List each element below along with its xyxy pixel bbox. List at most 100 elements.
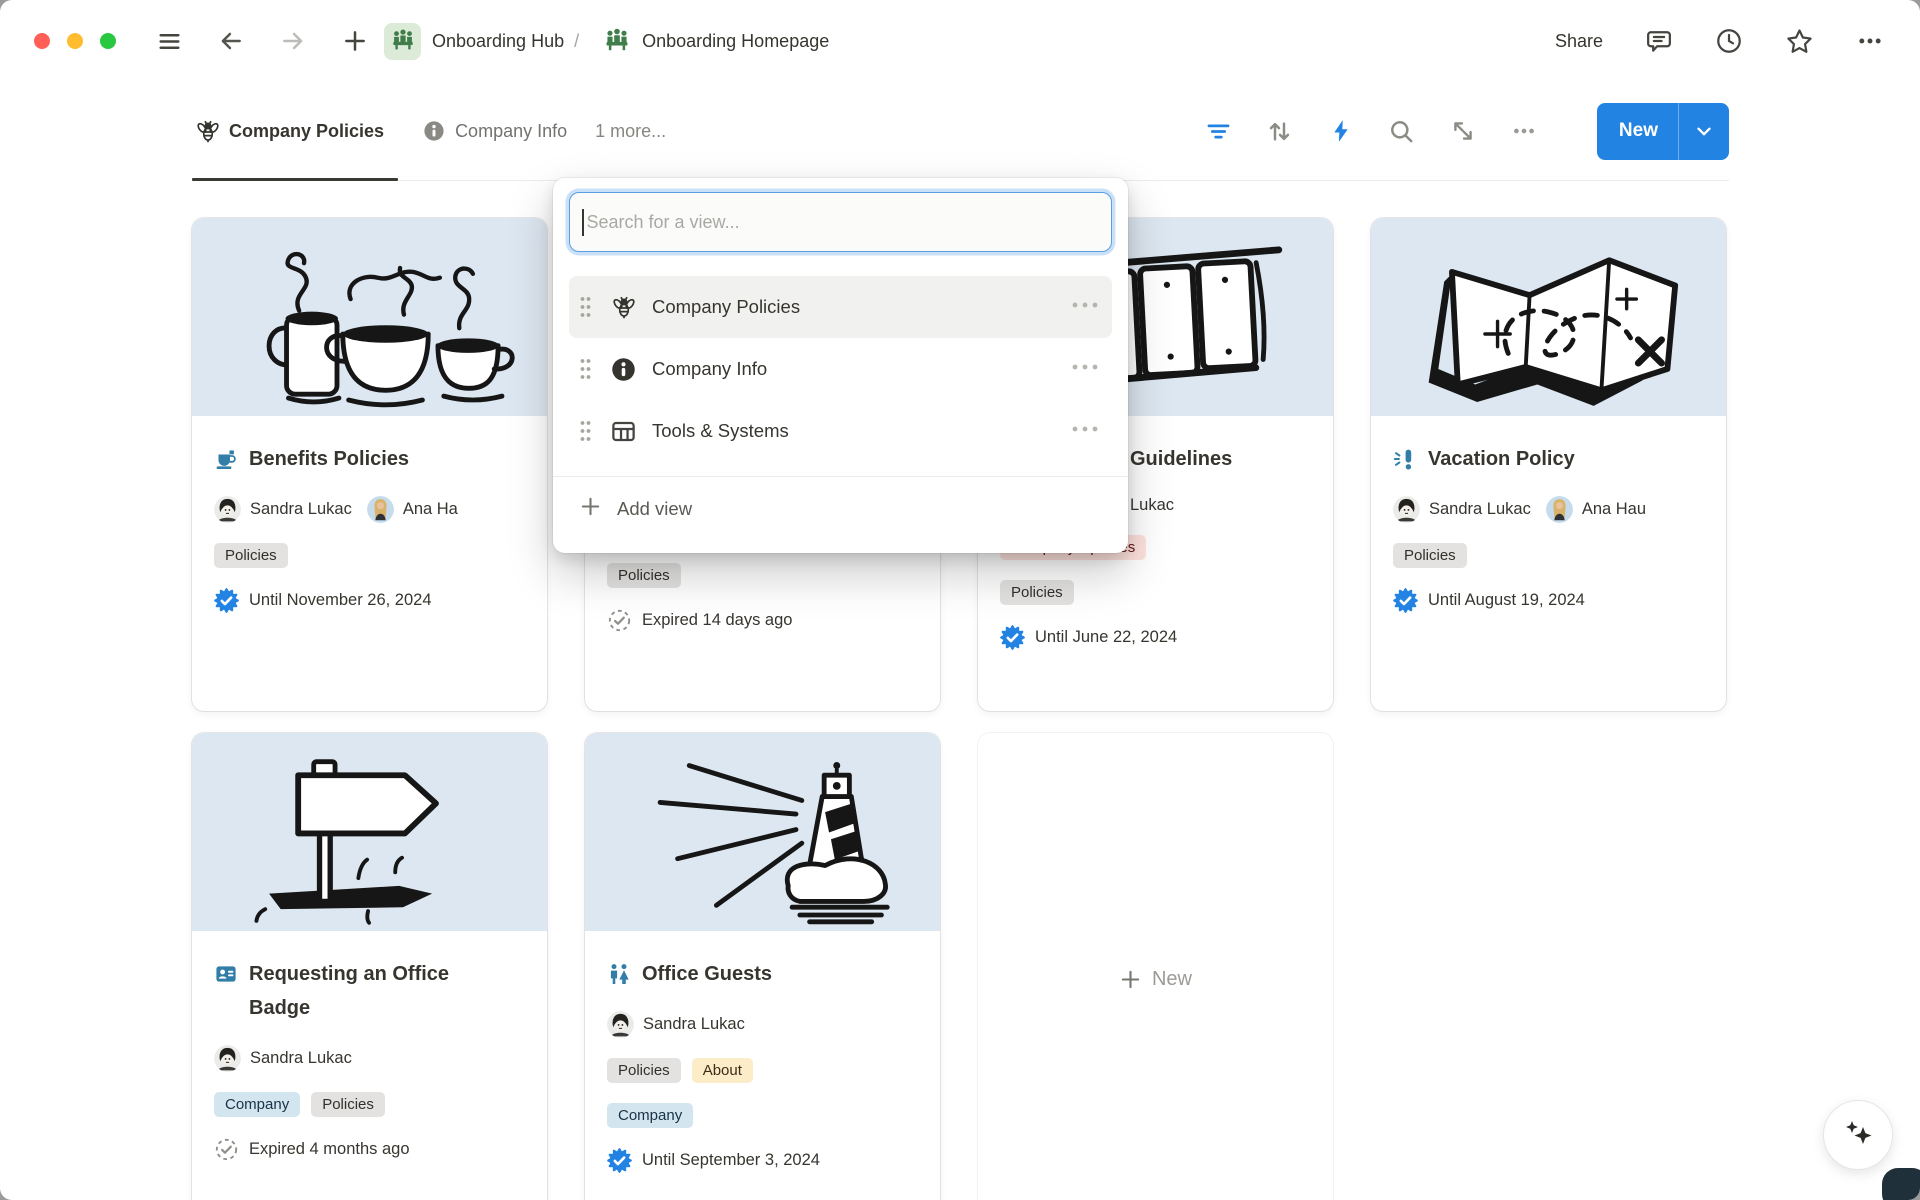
card-people: Sandra LukacAna Ha	[214, 496, 525, 523]
view-menu-item[interactable]: Company Info	[569, 338, 1112, 400]
view-item-options-icon[interactable]	[1070, 422, 1100, 440]
card-title-text: Benefits Policies	[249, 442, 409, 476]
view-list: Company PoliciesCompany Info Tools & Syst…	[569, 276, 1112, 462]
sidebar-menu-icon[interactable]	[156, 28, 182, 54]
drag-handle-icon[interactable]	[579, 295, 595, 319]
tag-chip: Company	[214, 1092, 300, 1117]
id-badge-icon	[214, 962, 238, 986]
view-item-options-icon[interactable]	[1070, 298, 1100, 316]
expired-check-icon	[607, 608, 632, 633]
forward-icon[interactable]	[280, 28, 306, 54]
tab-label: Company Policies	[229, 121, 384, 142]
card-title: Vacation Policy	[1393, 442, 1704, 476]
favorite-star-icon[interactable]	[1785, 27, 1814, 56]
card-body: Vacation PolicySandra LukacAna HauPolici…	[1371, 416, 1726, 635]
zoom-window-button[interactable]	[100, 33, 116, 49]
info-icon	[610, 356, 637, 383]
exclamation-icon	[1393, 447, 1417, 471]
app-window: Onboarding Hub / Onboarding Homepage Sha…	[0, 0, 1920, 1200]
view-menu-item[interactable]: Company Policies	[569, 276, 1112, 338]
card-people: Sandra LukacAna Hau	[1393, 496, 1704, 523]
status-text: Until August 19, 2024	[1428, 591, 1585, 610]
verified-badge-icon	[1393, 588, 1418, 613]
back-icon[interactable]	[218, 28, 244, 54]
info-icon	[422, 119, 446, 143]
sort-icon[interactable]	[1266, 117, 1294, 145]
automations-bolt-icon[interactable]	[1327, 117, 1355, 145]
expand-view-icon[interactable]	[1449, 117, 1477, 145]
view-options-icon[interactable]	[1510, 117, 1538, 145]
person-name: Ana Hau	[1582, 500, 1646, 519]
table-icon	[610, 418, 637, 445]
chevron-down-icon[interactable]	[1679, 103, 1729, 160]
card-title: Requesting an Office Badge	[214, 957, 464, 1025]
corner-decoration	[1882, 1168, 1920, 1200]
new-entry-button[interactable]: New	[1597, 103, 1729, 160]
gallery-card[interactable]: Benefits Policies Sandra LukacAna Ha Polic…	[192, 218, 547, 711]
card-cover-illustration	[585, 733, 940, 931]
avatar	[1393, 496, 1420, 523]
share-button[interactable]: Share	[1555, 31, 1603, 52]
more-views-button[interactable]: 1 more...	[595, 121, 666, 142]
add-view-button[interactable]: Add view	[569, 478, 1112, 540]
breadcrumb-page[interactable]: Onboarding Homepage	[642, 31, 829, 52]
card-people: Sandra Lukac	[607, 1011, 918, 1038]
minimize-window-button[interactable]	[67, 33, 83, 49]
person-name: Lukac	[1130, 496, 1174, 515]
gallery-card[interactable]: Requesting an Office BadgeSandra LukacCo…	[192, 733, 547, 1200]
status-text: Until November 26, 2024	[249, 591, 432, 610]
tag-chip: Policies	[214, 543, 288, 568]
card-title: Guidelines	[1130, 442, 1311, 476]
card-title-text: Vacation Policy	[1428, 442, 1575, 476]
verified-badge-icon	[1000, 625, 1025, 650]
drag-handle-icon[interactable]	[579, 419, 595, 443]
tag-row: Company	[607, 1103, 918, 1128]
gallery-card[interactable]: Office Guests Sandra Lukac PoliciesAbout Co…	[585, 733, 940, 1200]
ai-sparkle-button[interactable]	[1823, 1100, 1893, 1170]
close-window-button[interactable]	[34, 33, 50, 49]
new-page-icon[interactable]	[342, 28, 368, 54]
menu-divider	[553, 476, 1128, 477]
tab-company-policies[interactable]: Company Policies	[192, 82, 398, 180]
onboarding-hub-icon[interactable]	[384, 23, 421, 60]
plus-icon	[579, 495, 602, 523]
gallery-card[interactable]: Vacation PolicySandra LukacAna HauPolici…	[1371, 218, 1726, 711]
updates-clock-icon[interactable]	[1715, 27, 1743, 55]
person-name: Ana Ha	[403, 500, 458, 519]
search-icon[interactable]	[1388, 117, 1416, 145]
drag-handle-icon[interactable]	[579, 357, 595, 381]
tag-chip: Policies	[311, 1092, 385, 1117]
card-cover-illustration	[192, 733, 547, 931]
sparkles-icon	[1838, 1113, 1878, 1158]
breadcrumb-hub[interactable]: Onboarding Hub	[432, 31, 564, 52]
card-title-text: Office Guests	[642, 957, 772, 991]
view-menu-item[interactable]: Tools & Systems	[569, 400, 1112, 462]
search-placeholder: Search for a view...	[587, 212, 740, 233]
person-name: Sandra Lukac	[643, 1015, 745, 1034]
tab-label: Company Info	[455, 121, 567, 142]
view-switcher-menu: Search for a view... Company PoliciesCom…	[553, 178, 1128, 553]
status-text: Expired 14 days ago	[642, 611, 792, 630]
card-title-text: Requesting an Office Badge	[249, 957, 464, 1025]
more-options-icon[interactable]	[1856, 27, 1884, 55]
view-item-options-icon[interactable]	[1070, 360, 1100, 378]
expired-check-icon	[214, 1137, 239, 1162]
filter-icon[interactable]	[1205, 117, 1233, 145]
avatar	[367, 496, 394, 523]
tag-chip: About	[692, 1058, 753, 1083]
text-caret	[582, 209, 584, 236]
comments-icon[interactable]	[1645, 27, 1673, 55]
card-title: Office Guests	[607, 957, 918, 991]
breadcrumb: Onboarding Hub / Onboarding Homepage	[384, 23, 829, 60]
view-search-input[interactable]: Search for a view...	[569, 192, 1112, 252]
onboarding-homepage-icon	[601, 25, 633, 57]
tag-row: PoliciesAbout	[607, 1058, 918, 1083]
card-people: Lukac	[1130, 496, 1311, 515]
status-text: Until September 3, 2024	[642, 1151, 820, 1170]
new-card-placeholder[interactable]: New	[978, 733, 1333, 1200]
tag-chip: Policies	[1000, 580, 1074, 605]
tab-company-info[interactable]: Company Info	[422, 82, 567, 180]
avatar	[1546, 496, 1573, 523]
view-tabs-toolbar: Company Policies Company Info 1 more... …	[192, 82, 1729, 181]
view-menu-item-label: Tools & Systems	[652, 420, 789, 442]
